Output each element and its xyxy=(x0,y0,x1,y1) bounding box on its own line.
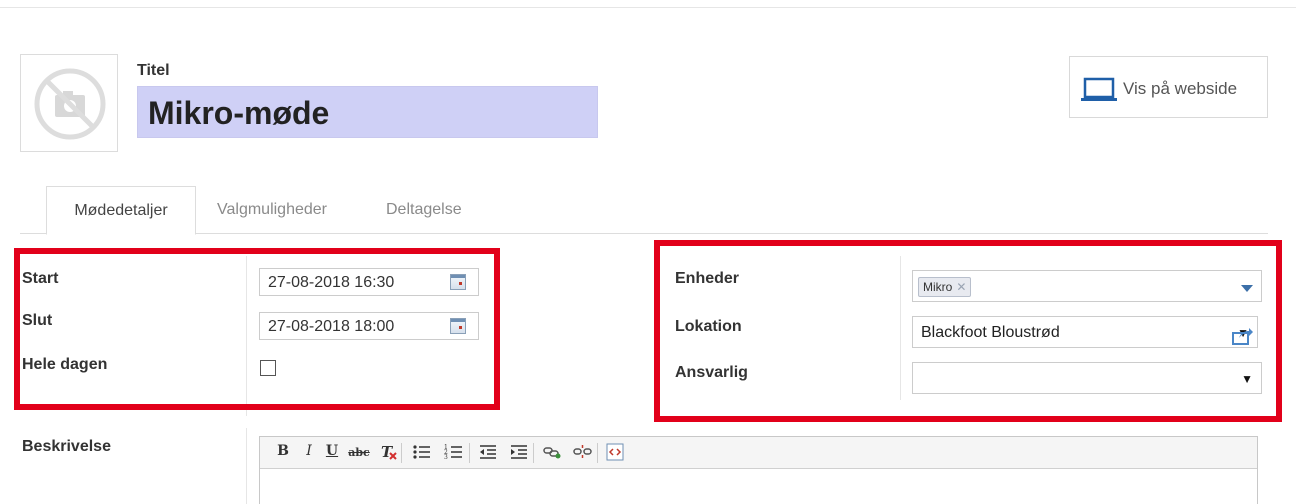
svg-text:3: 3 xyxy=(444,454,448,461)
title-input[interactable]: Mikro-møde xyxy=(137,86,598,138)
link-icon[interactable] xyxy=(540,443,564,463)
tab-deltagelse[interactable]: Deltagelse xyxy=(386,186,462,234)
title-value: Mikro-møde xyxy=(148,95,330,131)
highlight-box-location xyxy=(654,240,1282,422)
unlink-icon[interactable] xyxy=(568,443,598,463)
beskrivelse-label: Beskrivelse xyxy=(22,438,111,455)
code-view-icon[interactable] xyxy=(604,443,626,463)
top-divider xyxy=(0,7,1296,8)
view-on-website-button[interactable]: Vis på webside xyxy=(1069,56,1268,118)
underline-icon[interactable]: U xyxy=(322,443,342,463)
italic-icon[interactable]: I xyxy=(300,443,318,463)
highlight-box-dates xyxy=(14,248,500,410)
event-image-placeholder[interactable] xyxy=(20,54,118,152)
indent-icon[interactable] xyxy=(504,443,534,463)
bullet-list-icon[interactable] xyxy=(410,443,434,463)
title-label: Titel xyxy=(137,62,170,79)
strikethrough-icon[interactable]: abc xyxy=(346,443,372,463)
editor-toolbar: B I U abc T 123 xyxy=(260,437,1257,469)
description-editor[interactable]: B I U abc T 123 xyxy=(259,436,1258,504)
description-separator xyxy=(246,428,247,504)
notebook-tabs: Mødedetaljer Valgmuligheder Deltagelse xyxy=(20,186,1268,235)
bold-icon[interactable]: B xyxy=(274,443,292,463)
tab-moededetaljer[interactable]: Mødedetaljer xyxy=(46,186,196,235)
laptop-icon xyxy=(1081,77,1117,101)
remove-format-icon[interactable]: T xyxy=(376,443,402,463)
numbered-list-icon[interactable]: 123 xyxy=(438,443,470,463)
no-camera-icon xyxy=(34,68,106,140)
view-on-website-label: Vis på webside xyxy=(1123,79,1238,98)
tab-valgmuligheder[interactable]: Valgmuligheder xyxy=(217,186,327,234)
outdent-icon[interactable] xyxy=(476,443,500,463)
